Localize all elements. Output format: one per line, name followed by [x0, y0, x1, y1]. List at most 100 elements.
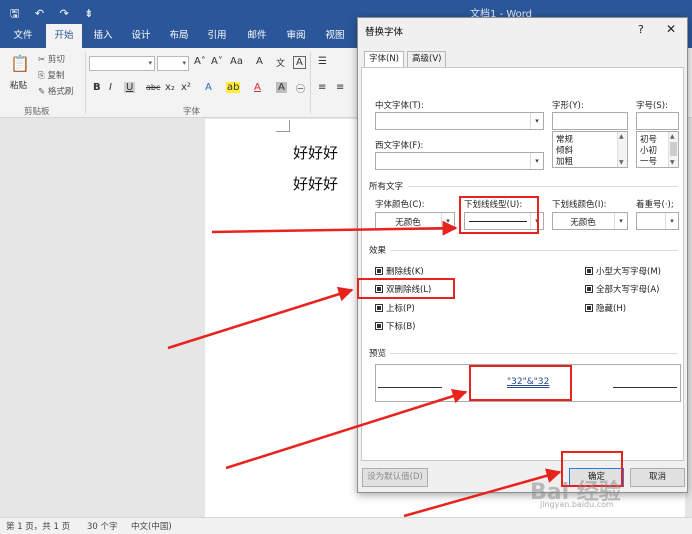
divider	[390, 250, 678, 251]
size-input[interactable]	[636, 112, 679, 130]
all-text-section-title: 所有文字	[369, 182, 404, 192]
tab-view[interactable]: 视图	[318, 24, 352, 48]
tab-advanced[interactable]: 高级(V)	[407, 51, 447, 67]
paste-button[interactable]: 粘贴	[10, 79, 27, 91]
enclose-char-icon[interactable]: ㊀	[296, 82, 305, 95]
strikethrough-icon[interactable]: abc	[146, 83, 160, 92]
bullets-icon[interactable]: ☰	[318, 56, 327, 67]
grow-font-icon[interactable]: A˄	[194, 56, 206, 67]
help-button[interactable]: ?	[638, 23, 644, 36]
emphasis-mark-label: 着重号(·);	[636, 200, 674, 210]
change-case-icon[interactable]: Aa	[230, 56, 243, 67]
font-color-label: 字体颜色(C):	[375, 200, 425, 210]
scrollbar[interactable]: ▲ ▼	[617, 132, 627, 167]
align-left-icon[interactable]: ≡	[318, 82, 326, 93]
highlight-double-strikethrough	[357, 278, 455, 299]
style-label: 字形(Y):	[552, 101, 584, 111]
font-color-select[interactable]: 无颜色 ▾	[375, 212, 455, 230]
set-default-button[interactable]: 设为默认值(D)	[362, 468, 428, 487]
style-list[interactable]: 常规 倾斜 加粗 ▲ ▼	[552, 131, 628, 168]
emphasis-mark-select[interactable]: ▾	[636, 212, 679, 230]
chevron-down-icon: ▾	[530, 153, 543, 169]
bold-icon[interactable]: B	[93, 82, 101, 93]
document-text-line[interactable]: 好好好	[293, 142, 338, 163]
chinese-font-select[interactable]: ▾	[375, 112, 544, 130]
cut-button[interactable]: ✂ 剪切	[38, 53, 65, 65]
replace-font-dialog: 替换字体 ? ✕ 字体(N) 高级(V) 中文字体(T): ▾ 字形(Y): 常…	[357, 17, 688, 493]
tab-file[interactable]: 文件	[8, 24, 38, 48]
tab-references[interactable]: 引用	[200, 24, 234, 48]
char-shading-icon[interactable]: A	[276, 82, 287, 93]
list-item[interactable]: 一号	[640, 155, 657, 167]
western-font-select[interactable]: ▾	[375, 152, 544, 170]
shrink-font-icon[interactable]: A˅	[211, 56, 223, 67]
size-list[interactable]: 初号 小初 一号 ▲ ▼	[636, 131, 679, 168]
paste-icon[interactable]: 📋	[10, 54, 30, 73]
subscript-icon[interactable]: x₂	[165, 82, 175, 93]
chevron-down-icon: ▾	[665, 213, 678, 229]
divider	[408, 186, 678, 187]
tab-design[interactable]: 设计	[124, 24, 158, 48]
all-caps-checkbox[interactable]: 全部大写字母(A)	[585, 283, 659, 295]
effects-section-title: 效果	[369, 246, 387, 256]
align-center-icon[interactable]: ≡	[336, 82, 344, 93]
word-count[interactable]: 30 个字	[87, 520, 118, 532]
font-size-combo[interactable]: ▾	[157, 56, 189, 71]
font-color-icon[interactable]: A	[254, 82, 261, 93]
preview-baseline	[378, 387, 442, 388]
watermark-url: jingyan.baidu.com	[540, 500, 614, 509]
close-icon[interactable]: ✕	[666, 22, 676, 36]
document-text-line[interactable]: 好好好	[293, 173, 338, 194]
italic-icon[interactable]: I	[109, 82, 112, 93]
chinese-font-label: 中文字体(T):	[375, 101, 424, 111]
preview-section-title: 预览	[369, 349, 387, 359]
font-name-combo[interactable]: ▾	[89, 56, 155, 71]
format-painter-button[interactable]: ✎ 格式刷	[38, 85, 73, 97]
tab-insert[interactable]: 插入	[86, 24, 120, 48]
cancel-button[interactable]: 取消	[630, 468, 685, 487]
scrollbar[interactable]: ▲ ▼	[668, 132, 678, 167]
preview-baseline	[613, 387, 677, 388]
ribbon-divider	[85, 52, 86, 114]
dialog-title: 替换字体	[365, 27, 404, 38]
superscript-checkbox[interactable]: 上标(P)	[375, 302, 415, 314]
chevron-down-icon: ▾	[530, 113, 543, 129]
subscript-checkbox[interactable]: 下标(B)	[375, 320, 415, 332]
highlight-preview-text	[469, 365, 572, 401]
page-count[interactable]: 第 1 页，共 1 页	[6, 520, 70, 532]
char-border-icon[interactable]: A	[293, 56, 306, 69]
superscript-icon[interactable]: x²	[181, 82, 191, 93]
style-input[interactable]	[552, 112, 628, 130]
underline-color-label: 下划线颜色(I):	[552, 200, 607, 210]
status-bar: 第 1 页，共 1 页 30 个字 中文(中国)	[0, 517, 692, 534]
underline-icon[interactable]: U	[124, 82, 136, 93]
clipboard-group-label: 剪贴板	[24, 107, 50, 117]
hidden-checkbox[interactable]: 隐藏(H)	[585, 302, 626, 314]
tab-font[interactable]: 字体(N)	[364, 51, 404, 68]
small-caps-checkbox[interactable]: 小型大写字母(M)	[585, 265, 661, 277]
quick-access-toolbar[interactable]: 🖫 ↶ ↷ ⇟	[10, 5, 100, 24]
tab-layout[interactable]: 布局	[162, 24, 196, 48]
language-indicator[interactable]: 中文(中国)	[131, 520, 172, 532]
clear-format-icon[interactable]: A	[256, 56, 263, 67]
western-font-label: 西文字体(F):	[375, 141, 424, 151]
highlight-underline-type	[459, 196, 539, 234]
tab-mailings[interactable]: 邮件	[240, 24, 274, 48]
tab-home[interactable]: 开始	[46, 24, 82, 48]
ribbon-divider	[310, 52, 311, 114]
list-item[interactable]: 加粗	[556, 155, 573, 167]
highlight-icon[interactable]: ab	[226, 82, 241, 93]
chevron-down-icon: ▾	[614, 213, 627, 229]
chevron-down-icon: ▾	[441, 213, 454, 229]
tab-review[interactable]: 审阅	[279, 24, 313, 48]
divider	[390, 353, 678, 354]
strikethrough-checkbox[interactable]: 删除线(K)	[375, 265, 424, 277]
page-corner-mark	[276, 120, 290, 132]
font-tab-panel: 中文字体(T): ▾ 字形(Y): 常规 倾斜 加粗 ▲ ▼ 字号(S): 初号 …	[361, 67, 684, 461]
font-group-label: 字体	[183, 107, 201, 117]
phonetic-icon[interactable]: 文	[276, 56, 285, 69]
size-label: 字号(S):	[636, 101, 668, 111]
underline-color-select[interactable]: 无颜色 ▾	[552, 212, 628, 230]
text-effects-icon[interactable]: A	[205, 82, 212, 93]
copy-button[interactable]: ⎘ 复制	[38, 69, 65, 81]
